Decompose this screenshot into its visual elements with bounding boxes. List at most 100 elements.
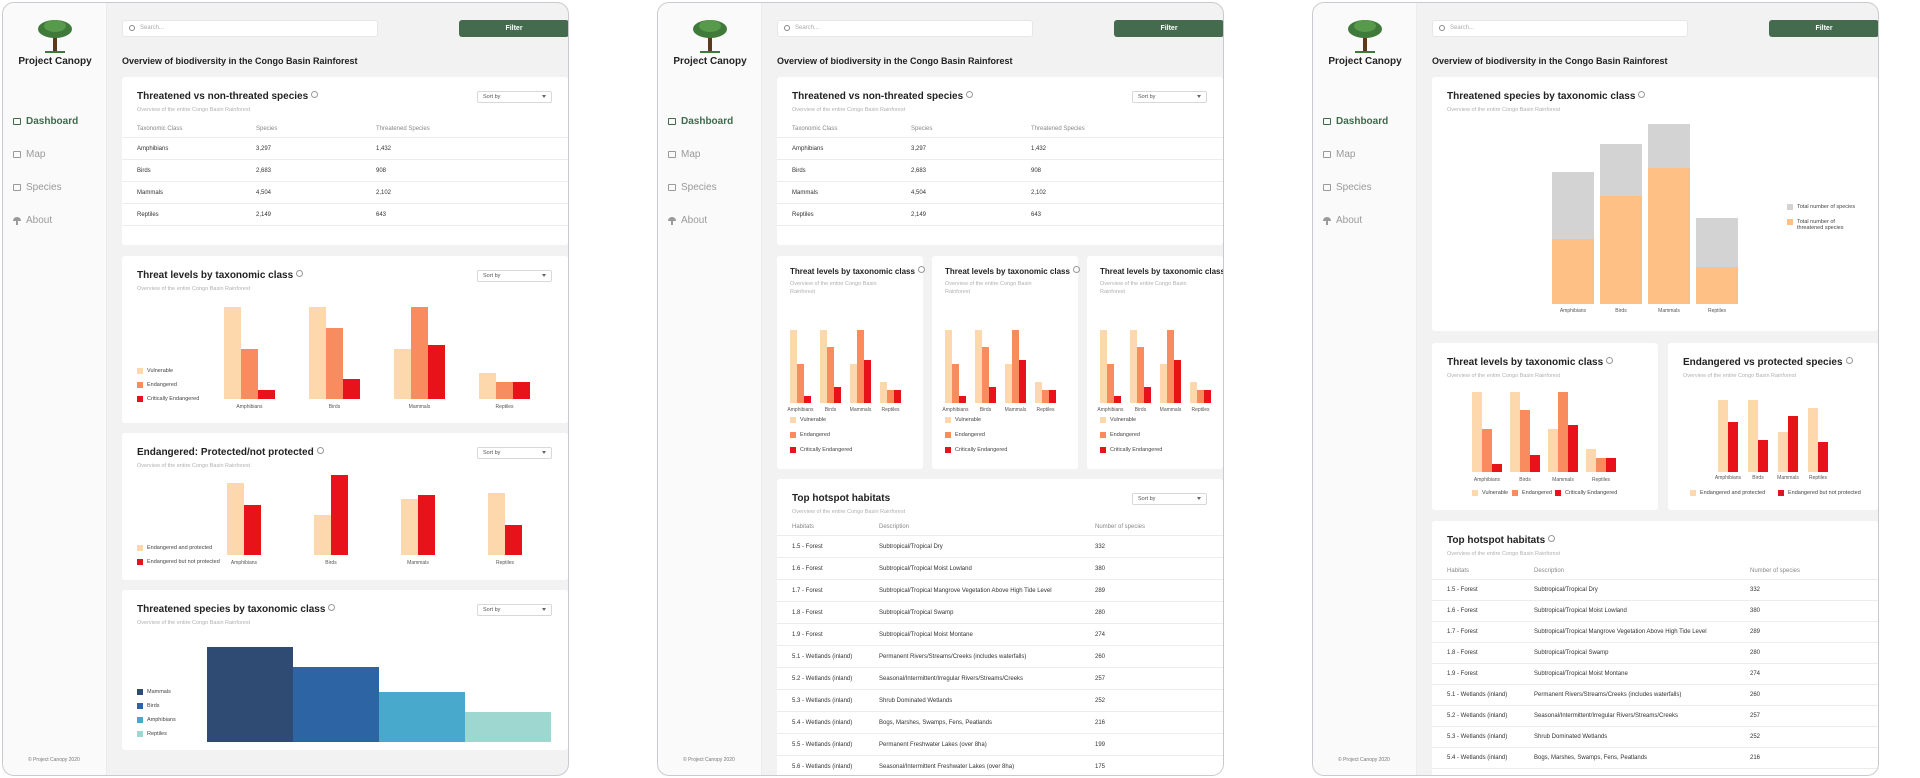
bar-critically-endangered[interactable] [428,344,445,399]
table-row[interactable]: Reptiles 2,149 643 [777,204,1223,226]
table-row[interactable]: 1.5 - Forest Subtropical/Tropical Dry 332 [777,536,1223,558]
bar-vulnerable[interactable] [1548,428,1558,472]
bar-endangered-but-not-protected[interactable] [1758,440,1768,472]
bar-vulnerable[interactable] [880,382,887,403]
bar-vulnerable[interactable] [1190,382,1197,403]
bar-vulnerable[interactable] [820,330,827,403]
bar-vulnerable[interactable] [1586,449,1596,472]
bar-endangered-and-protected[interactable] [227,483,244,555]
bar-vulnerable[interactable] [394,349,411,399]
bar-critically-endangered[interactable] [1049,389,1056,403]
bar-threatened-species[interactable] [1552,238,1594,304]
bar-endangered[interactable] [797,363,804,403]
bar-vulnerable[interactable] [1472,392,1482,472]
nav-dashboard[interactable]: Dashboard [1323,116,1388,127]
bar-endangered[interactable] [857,330,864,403]
bar-critically-endangered[interactable] [1019,359,1026,403]
table-row[interactable]: 5.1 - Wetlands (inland) Permanent Rivers/… [1432,685,1878,706]
table-row[interactable]: Mammals 4,504 2,102 [122,182,568,204]
table-row[interactable]: 1.5 - Forest Subtropical/Tropical Dry 332 [1432,580,1878,601]
bar-vulnerable[interactable] [850,363,857,403]
nav-about[interactable]: About [668,215,707,226]
bar-endangered[interactable] [887,389,894,403]
table-row[interactable]: 1.7 - Forest Subtropical/Tropical Mangrov… [777,580,1223,602]
table-row[interactable]: 1.6 - Forest Subtropical/Tropical Moist L… [1432,601,1878,622]
bar-vulnerable[interactable] [1005,363,1012,403]
table-row[interactable]: 1.7 - Forest Subtropical/Tropical Mangrov… [1432,622,1878,643]
bar-endangered[interactable] [241,349,258,399]
table-row[interactable]: Mammals 4,504 2,102 [777,182,1223,204]
nav-species[interactable]: Species [668,182,717,193]
bar-endangered[interactable] [1558,392,1568,472]
bar-critically-endangered[interactable] [1606,457,1616,472]
bar-endangered-but-not-protected[interactable] [1818,442,1828,472]
table-row[interactable]: 5.1 - Wetlands (inland) Permanent Rivers/… [777,646,1223,668]
bar-vulnerable[interactable] [945,330,952,403]
bar-endangered-but-not-protected[interactable] [1788,416,1798,472]
bar-critically-endangered[interactable] [1174,359,1181,403]
bar-endangered-and-protected[interactable] [1778,432,1788,472]
table-row[interactable]: 5.2 - Wetlands (inland) Seasonal/Intermit… [777,668,1223,690]
table-row[interactable]: 5.6 - Wetlands (inland) Seasonal/Intermit… [777,756,1223,775]
bar-critically-endangered[interactable] [343,378,360,399]
table-row[interactable]: 1.9 - Forest Subtropical/Tropical Moist M… [777,624,1223,646]
filter-button[interactable]: Filter [459,20,568,37]
nav-dashboard[interactable]: Dashboard [13,116,78,127]
bar-endangered-but-not-protected[interactable] [244,505,261,555]
bar-endangered-but-not-protected[interactable] [505,525,522,555]
table-row[interactable]: 1.8 - Forest Subtropical/Tropical Swamp 28… [777,602,1223,624]
table-row[interactable]: Reptiles 2,149 643 [122,204,568,226]
table-row[interactable]: 5.2 - Wetlands (inland) Seasonal/Intermit… [1432,706,1878,727]
nav-species[interactable]: Species [1323,182,1372,193]
bar-critically-endangered[interactable] [258,389,275,399]
bar-reptiles[interactable] [465,712,551,742]
bar-vulnerable[interactable] [1100,330,1107,403]
bar-threatened-species[interactable] [1600,195,1642,304]
bar-endangered[interactable] [952,363,959,403]
bar-endangered[interactable] [411,307,428,399]
table-row[interactable]: 5.4 - Wetlands (inland) Bogs, Marshes, Sw… [777,712,1223,734]
nav-dashboard[interactable]: Dashboard [668,116,733,127]
bar-endangered[interactable] [1197,389,1204,403]
bar-critically-endangered[interactable] [1144,387,1151,403]
bar-critically-endangered[interactable] [894,389,901,403]
bar-endangered-but-not-protected[interactable] [1728,422,1738,472]
bar-vulnerable[interactable] [1035,382,1042,403]
bar-endangered-but-not-protected[interactable] [331,475,348,555]
bar-critically-endangered[interactable] [834,387,841,403]
bar-critically-endangered[interactable] [804,395,811,403]
bar-critically-endangered[interactable] [1114,395,1121,403]
table-row[interactable]: 5.5 - Wetlands (inland)Permanent Freshwa… [777,734,1223,756]
table-row[interactable]: Amphibians 3,297 1,432 [122,138,568,160]
bar-endangered[interactable] [1482,428,1492,472]
bar-threatened-species[interactable] [1696,266,1738,304]
nav-map[interactable]: Map [668,149,700,160]
bar-vulnerable[interactable] [479,373,496,399]
bar-endangered[interactable] [1137,346,1144,403]
bar-vulnerable[interactable] [309,307,326,399]
bar-critically-endangered[interactable] [864,359,871,403]
table-row[interactable]: Birds 2,683 908 [777,160,1223,182]
bar-critically-endangered[interactable] [989,387,996,403]
bar-endangered[interactable] [1107,363,1114,403]
bar-vulnerable[interactable] [224,307,241,399]
bar-vulnerable[interactable] [790,330,797,403]
bar-threatened-species[interactable] [1648,167,1690,304]
bar-endangered[interactable] [982,346,989,403]
bar-endangered-and-protected[interactable] [314,515,331,555]
table-row[interactable]: 1.9 - Forest Subtropical/Tropical Moist M… [1432,664,1878,685]
bar-endangered[interactable] [1167,330,1174,403]
bar-endangered[interactable] [496,382,513,399]
bar-vulnerable[interactable] [1160,363,1167,403]
bar-critically-endangered[interactable] [959,395,966,403]
bar-birds[interactable] [293,667,379,742]
sort-select[interactable]: Sort by [477,91,552,103]
bar-critically-endangered[interactable] [513,382,530,399]
bar-amphibians[interactable] [379,692,465,742]
bar-endangered[interactable] [1596,457,1606,472]
bar-critically-endangered[interactable] [1568,424,1578,472]
bar-critically-endangered[interactable] [1530,454,1540,472]
bar-endangered[interactable] [827,346,834,403]
bar-vulnerable[interactable] [975,330,982,403]
table-row[interactable]: 5.3 - Wetlands (inland) Shrub Dominated W… [777,690,1223,712]
